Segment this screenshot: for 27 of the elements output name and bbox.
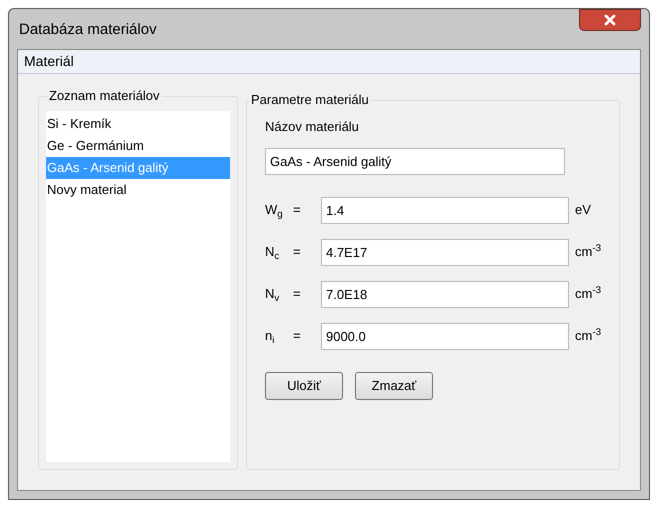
list-item[interactable]: Ge - Germánium [46, 135, 230, 157]
name-field[interactable]: GaAs - Arsenid galitý [264, 148, 565, 174]
action-button[interactable]: Zmazať [354, 372, 433, 400]
field-label: Názov materiálu [264, 118, 360, 136]
unit-label: cm$^{-3}$ [574, 284, 601, 304]
equals-sign: = [292, 285, 302, 304]
action-button[interactable]: Uložiť [264, 372, 343, 400]
unit-label: cm$^{-3}$ [574, 242, 601, 262]
symbol-label: n$_{i}$ [264, 327, 276, 346]
list-item[interactable]: Si - Kremík [46, 113, 230, 135]
equals-sign: = [292, 243, 302, 262]
symbol-label: N$_{c}$ [264, 243, 280, 262]
list-item[interactable]: Novy material [46, 179, 230, 201]
unit-label: eV [574, 201, 591, 220]
window-title: Databáza materiálov [19, 20, 157, 40]
unit-label: cm$^{-3}$ [574, 326, 601, 346]
close-icon [602, 12, 618, 28]
symbol-label: W$_{g}$ [264, 201, 284, 220]
value-field[interactable]: 7.0E18 [320, 280, 569, 308]
value-field[interactable]: 4.7E17 [320, 238, 569, 266]
equals-sign: = [292, 201, 302, 220]
equals-sign: = [292, 327, 302, 346]
symbol-label: N$_{v}$ [264, 285, 280, 304]
close-button[interactable] [579, 9, 641, 31]
value-field[interactable]: 1.4 [320, 196, 569, 224]
value-field[interactable]: 9000.0 [320, 322, 569, 350]
menu-item[interactable]: Materiál [20, 51, 78, 72]
